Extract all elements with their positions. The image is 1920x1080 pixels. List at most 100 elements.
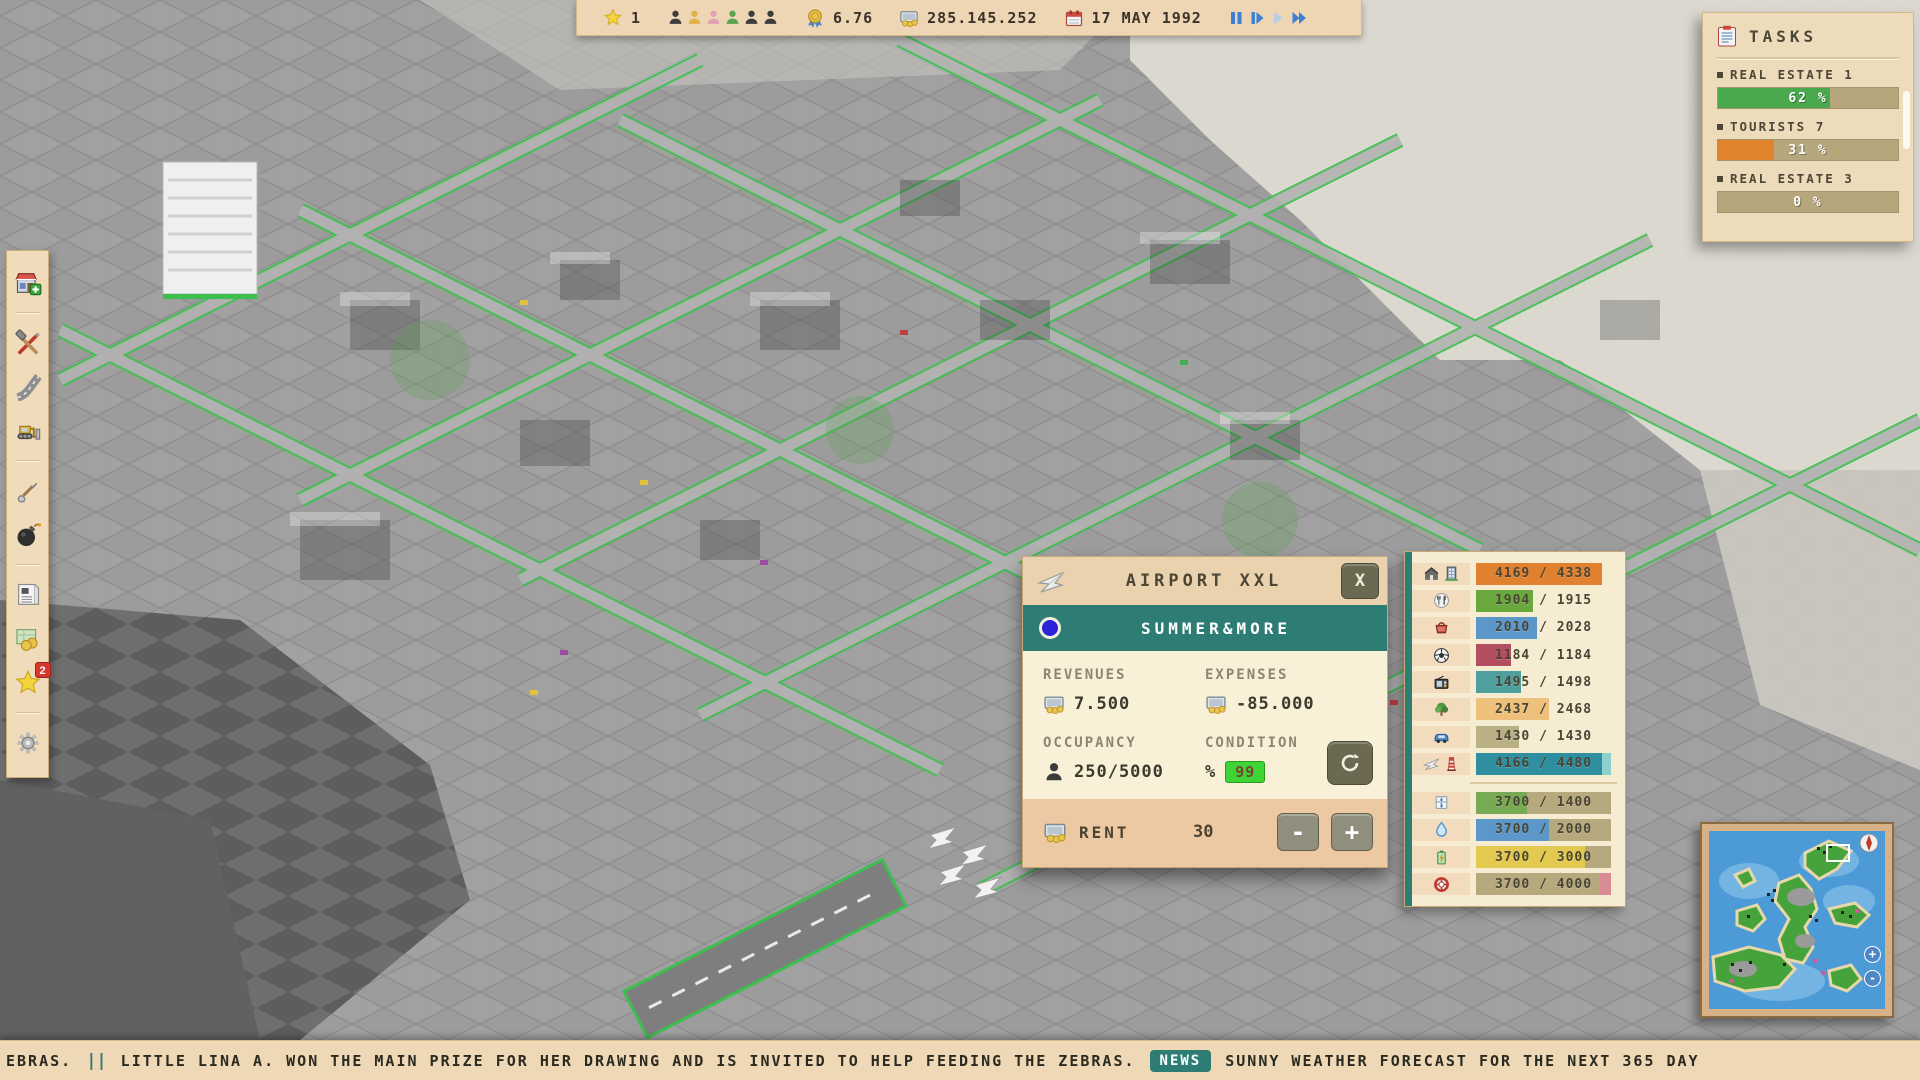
sidebar-item-roads[interactable]	[11, 370, 45, 404]
tasks-header: TASKS	[1717, 25, 1899, 47]
news-ticker: EBRAS. || LITTLE LINA A. WON THE MAIN PR…	[0, 1040, 1920, 1080]
task-progress: 62 %	[1717, 87, 1899, 109]
owner-color-dot	[1039, 617, 1061, 639]
stat-bar: 2010 / 2028	[1476, 616, 1611, 639]
citizen-dark-1-icon	[667, 9, 684, 26]
task-label: REAL ESTATE 1	[1717, 67, 1899, 82]
hotel-building	[162, 161, 258, 299]
task-item[interactable]: TOURISTS 7 31 %	[1717, 119, 1899, 161]
city-map-canvas[interactable]	[0, 0, 1920, 1080]
fast-forward-button[interactable]	[1291, 10, 1307, 26]
stat-row: 2437 / 2468	[1412, 698, 1617, 721]
finances-icon	[14, 625, 42, 653]
stat-value: 3700 / 2000	[1494, 822, 1593, 838]
expenses-value: -85.000	[1236, 694, 1315, 714]
stat-bar: 3700 / 4000	[1476, 873, 1611, 896]
supply-icon	[1433, 794, 1450, 811]
traffic-icon	[1433, 728, 1450, 745]
stat-bar: 4169 / 4338	[1476, 562, 1611, 585]
task-item[interactable]: REAL ESTATE 1 62 %	[1717, 67, 1899, 109]
stat-value: 1904 / 1915	[1494, 593, 1593, 609]
minimap[interactable]: + -	[1700, 822, 1894, 1018]
airplane-icon	[1037, 566, 1067, 596]
stat-bar: 3700 / 1400	[1476, 791, 1611, 814]
money-value: 285.145.252	[927, 8, 1038, 27]
stat-row: 4166 / 4480	[1412, 752, 1617, 775]
stat-icons	[1412, 791, 1470, 814]
stat-value: 3700 / 1400	[1494, 795, 1593, 811]
money-icon	[1205, 693, 1227, 715]
play-button[interactable]	[1270, 10, 1286, 26]
sports-icon	[1433, 647, 1450, 664]
stat-row: 4169 / 4338	[1412, 562, 1617, 585]
stat-value: 4166 / 4480	[1494, 756, 1593, 772]
sidebar-item-tools[interactable]	[11, 326, 45, 360]
minimap-zoom-out-button[interactable]: -	[1864, 970, 1881, 987]
tasks-title: TASKS	[1749, 26, 1818, 46]
sidebar-item-bulldozer[interactable]	[11, 414, 45, 448]
stat-bar: 2437 / 2468	[1476, 698, 1611, 721]
tool-sidebar: 2	[6, 250, 51, 778]
citizen-pink-icon	[705, 9, 722, 26]
expenses-value-row: -85.000	[1205, 693, 1367, 715]
dialog-footer: RENT 30 - +	[1023, 799, 1387, 867]
stat-bar: 1904 / 1915	[1476, 589, 1611, 612]
sidebar-item-terrain[interactable]	[11, 474, 45, 508]
ticker-separator: ||	[86, 1050, 107, 1071]
sidebar-item-finances[interactable]	[11, 622, 45, 656]
occupancy-value: 250/5000	[1074, 762, 1164, 782]
stat-row: 1904 / 1915	[1412, 589, 1617, 612]
pause-button[interactable]	[1228, 10, 1244, 26]
revenues-value-row: 7.500	[1043, 693, 1205, 715]
minimap-zoom-in-button[interactable]: +	[1864, 946, 1881, 963]
ticker-item-2: SUNNY WEATHER FORECAST FOR THE NEXT 365 …	[1225, 1051, 1700, 1070]
stat-icons	[1412, 616, 1470, 640]
sidebar-item-demolish[interactable]	[11, 518, 45, 552]
stat-row: 1495 / 1498	[1412, 671, 1617, 694]
clipboard-icon	[1717, 25, 1737, 47]
sidebar-item-settings[interactable]	[11, 726, 45, 760]
task-item[interactable]: REAL ESTATE 3 0 %	[1717, 171, 1899, 213]
stat-icons	[1412, 725, 1470, 748]
star-count: 1	[631, 8, 642, 27]
rent-decrease-button[interactable]: -	[1277, 813, 1319, 851]
stat-row: 3700 / 4000	[1412, 873, 1617, 896]
minimap-canvas[interactable]	[1709, 831, 1885, 1009]
owner-name: SUMMER&MORE	[1141, 618, 1291, 638]
sidebar-item-build[interactable]	[11, 266, 45, 300]
roads-icon	[14, 373, 42, 401]
stat-icons	[1412, 873, 1470, 896]
repair-button[interactable]	[1327, 741, 1373, 785]
bulldozer-icon	[14, 417, 42, 445]
lighthouse-icon	[1443, 755, 1460, 772]
treasury: 285.145.252	[899, 8, 1037, 28]
tasks-scrollbar[interactable]	[1903, 91, 1910, 149]
stat-icons	[1412, 562, 1470, 585]
rent-increase-button[interactable]: +	[1331, 813, 1373, 851]
stat-icons	[1412, 644, 1470, 667]
time-controls	[1228, 10, 1307, 26]
stat-row: 3700 / 1400	[1412, 791, 1617, 814]
task-progress: 0 %	[1717, 191, 1899, 213]
percent-sign: %	[1205, 762, 1217, 782]
date-value: 17 MAY 1992	[1091, 8, 1202, 27]
safety-icon	[1433, 876, 1450, 893]
close-button[interactable]: X	[1341, 563, 1379, 599]
rent-value: 30	[1193, 822, 1214, 842]
ticker-item-1: LITTLE LINA A. WON THE MAIN PRIZE FOR HE…	[120, 1051, 1136, 1070]
sidebar-item-newspaper[interactable]	[11, 578, 45, 612]
stat-bar: 1430 / 1430	[1476, 725, 1611, 748]
money-icon	[1043, 693, 1065, 715]
step-button[interactable]	[1249, 10, 1265, 26]
stat-icons	[1412, 818, 1470, 842]
divider	[1470, 782, 1617, 785]
home-icon	[1423, 565, 1440, 582]
divider	[15, 312, 40, 314]
park-icon	[1433, 701, 1450, 718]
terrain-icon	[14, 477, 42, 505]
stat-bar: 3700 / 3000	[1476, 846, 1611, 869]
media-icon	[1433, 674, 1450, 691]
sidebar-item-achievements[interactable]: 2	[11, 662, 51, 700]
stat-value: 3700 / 4000	[1494, 876, 1593, 892]
citizen-green-icon	[724, 9, 741, 26]
